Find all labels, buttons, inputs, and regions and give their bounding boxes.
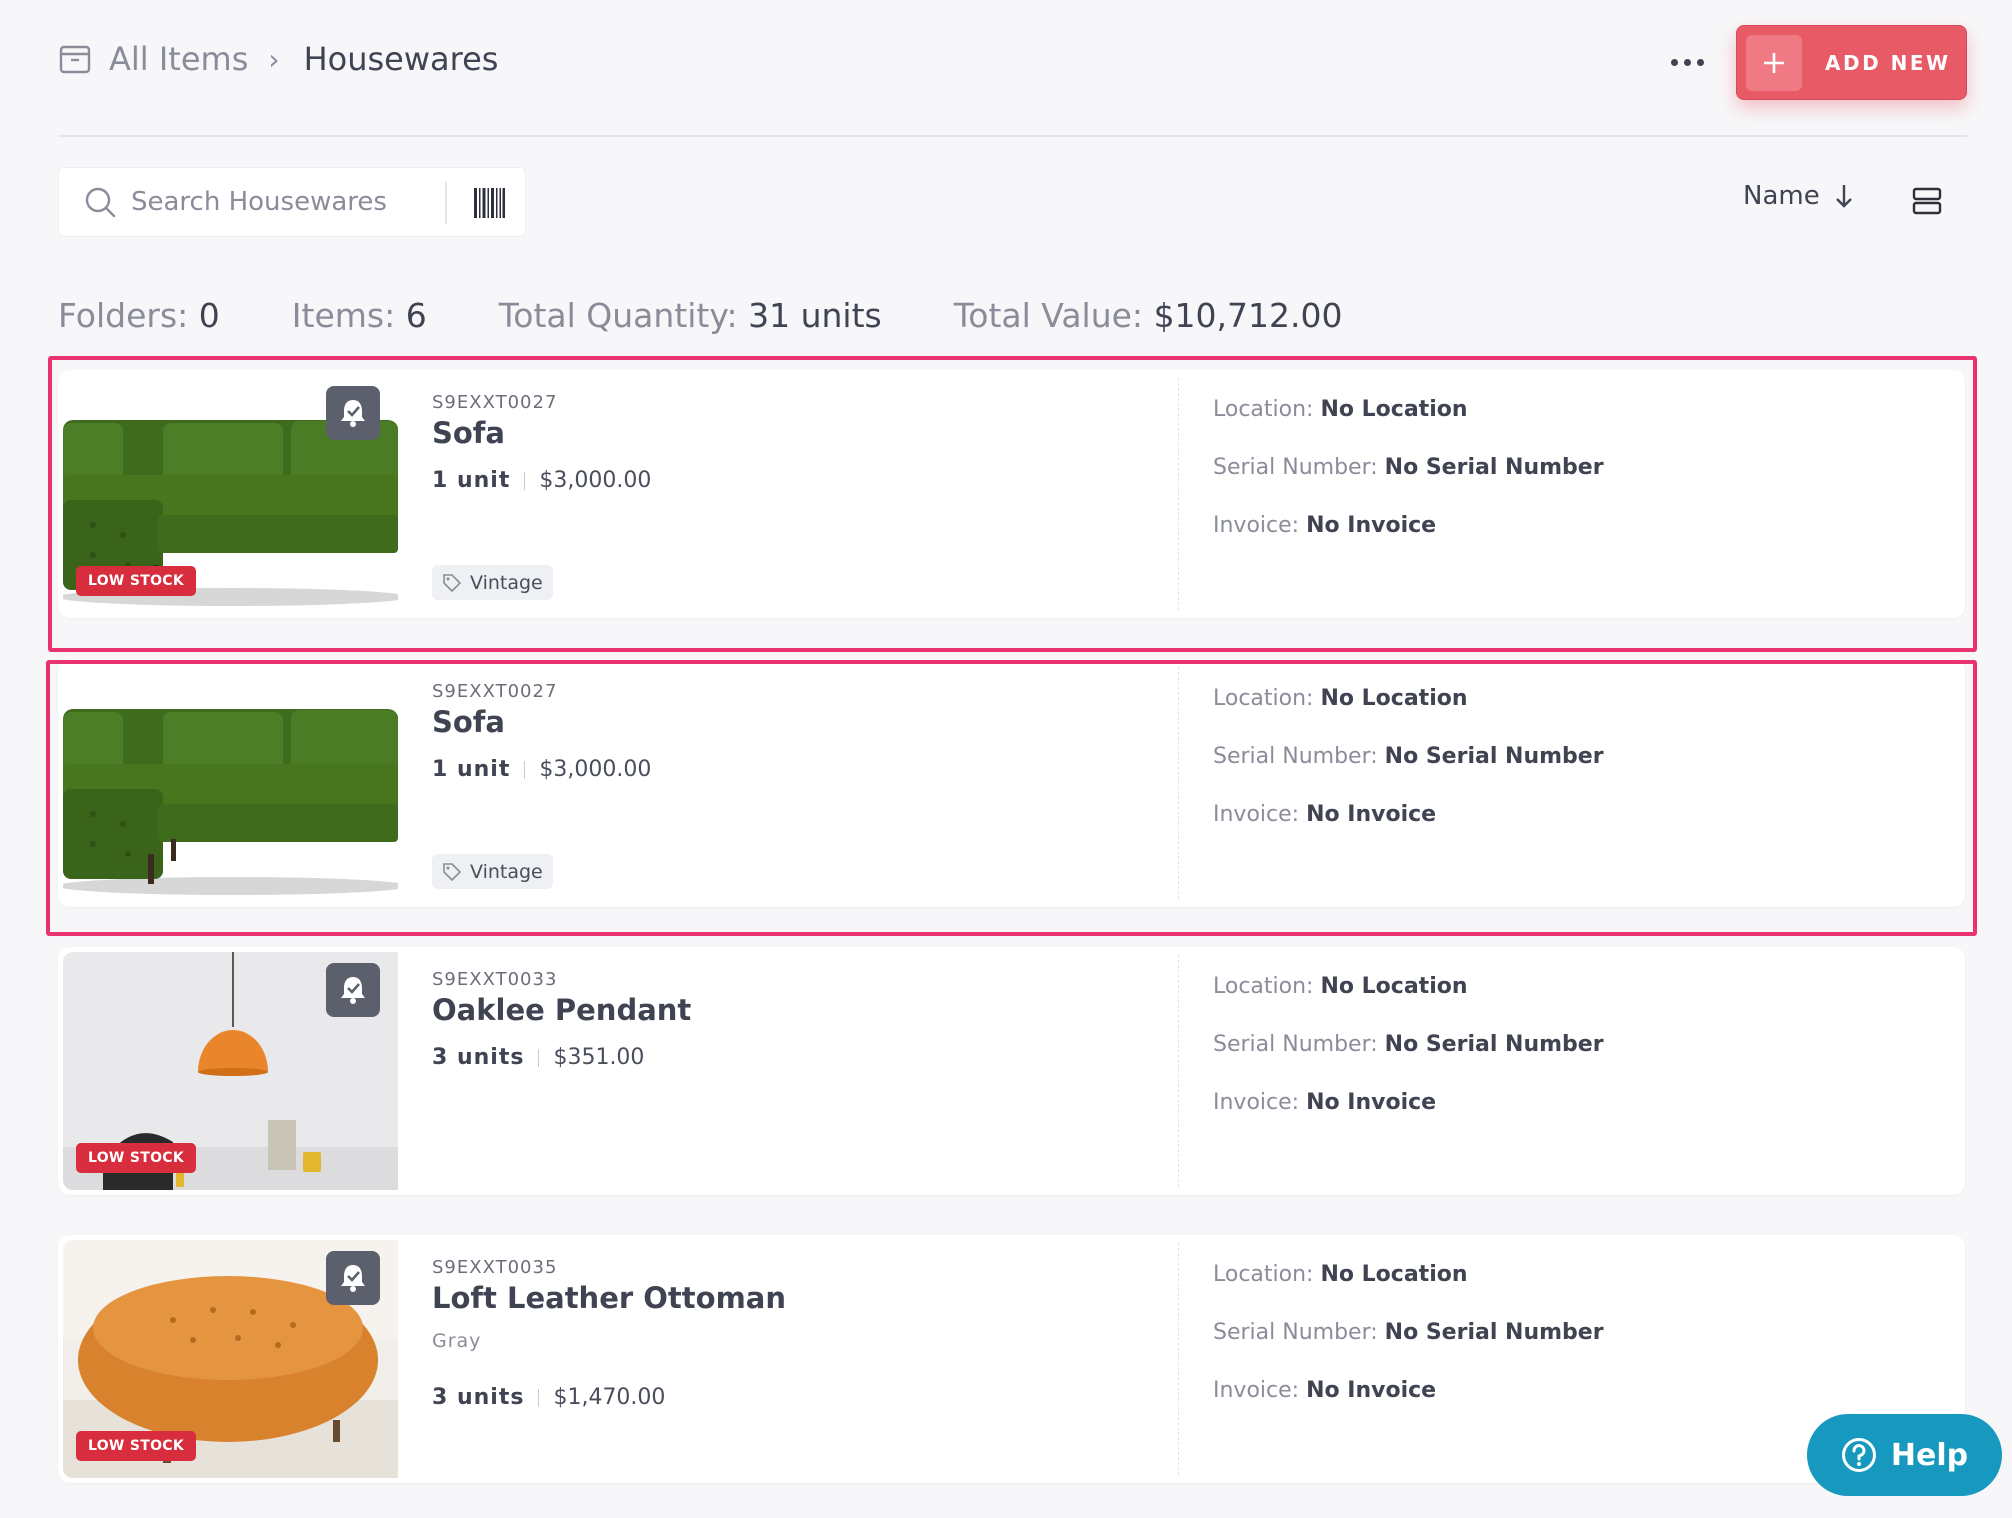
item-invoice: Invoice: No Invoice	[1213, 802, 1437, 827]
folders-count: 0	[198, 296, 220, 335]
item-price: $351.00	[553, 1045, 645, 1070]
breadcrumb-current: Housewares	[303, 40, 499, 78]
items-stat: Items: 6	[291, 296, 427, 335]
item-sku: S9EXXT0035	[432, 1257, 558, 1278]
card-divider	[1178, 955, 1179, 1187]
list-view-icon[interactable]	[1912, 186, 1942, 216]
summary-stats: Folders: 0 Items: 6 Total Quantity: 31 u…	[58, 296, 1415, 335]
low-stock-badge: LOW STOCK	[76, 566, 196, 596]
card-divider	[1178, 667, 1179, 899]
more-options-button[interactable]	[1662, 40, 1712, 84]
item-price: $3,000.00	[539, 468, 652, 493]
breadcrumb-separator: ›	[268, 42, 280, 76]
search-divider	[445, 182, 447, 224]
quantity-stat: Total Quantity: 31 units	[498, 296, 882, 335]
add-new-button[interactable]: ADD NEW	[1736, 25, 1967, 100]
item-sku: S9EXXT0027	[432, 681, 558, 702]
item-price: $1,470.00	[553, 1385, 666, 1410]
item-tag[interactable]: Vintage	[432, 854, 553, 889]
item-name[interactable]: Oaklee Pendant	[432, 993, 691, 1027]
item-location: Location: No Location	[1213, 1262, 1468, 1287]
folders-stat: Folders: 0	[58, 296, 220, 335]
item-serial: Serial Number: No Serial Number	[1213, 1320, 1604, 1345]
item-sku: S9EXXT0033	[432, 969, 558, 990]
item-units: 1 unit	[432, 757, 511, 782]
item-invoice: Invoice: No Invoice	[1213, 1090, 1437, 1115]
item-image-green-sofa	[63, 664, 398, 902]
item-units: 3 units	[432, 1045, 525, 1070]
low-stock-badge: LOW STOCK	[76, 1431, 196, 1461]
search-bar	[58, 167, 526, 237]
item-card[interactable]: LOW STOCK S9EXXT0035 Loft Leather Ottoma…	[58, 1235, 1965, 1483]
item-serial: Serial Number: No Serial Number	[1213, 1032, 1604, 1057]
item-units: 3 units	[432, 1385, 525, 1410]
item-variant: Gray	[432, 1330, 482, 1352]
item-name[interactable]: Sofa	[432, 705, 505, 739]
card-divider	[1178, 1243, 1179, 1475]
item-card[interactable]: S9EXXT0027 Sofa 1 unit $3,000.00 Vintage…	[58, 659, 1965, 907]
item-serial: Serial Number: No Serial Number	[1213, 744, 1604, 769]
card-divider	[1178, 378, 1179, 610]
value-stat: Total Value: $10,712.00	[953, 296, 1343, 335]
item-location: Location: No Location	[1213, 686, 1468, 711]
item-serial: Serial Number: No Serial Number	[1213, 455, 1604, 480]
breadcrumb: All Items › Housewares	[58, 38, 498, 80]
bell-alert-icon[interactable]	[326, 386, 380, 440]
item-location: Location: No Location	[1213, 974, 1468, 999]
item-card[interactable]: LOW STOCK S9EXXT0033 Oaklee Pendant 3 un…	[58, 947, 1965, 1195]
item-quantity-price: 1 unit $3,000.00	[432, 757, 651, 782]
item-location: Location: No Location	[1213, 397, 1468, 422]
plus-icon	[1746, 34, 1802, 91]
item-quantity-price: 1 unit $3,000.00	[432, 468, 651, 493]
items-count: 6	[405, 296, 427, 335]
barcode-scan-icon[interactable]	[473, 186, 505, 220]
question-icon	[1841, 1438, 1876, 1472]
total-quantity: 31 units	[748, 296, 882, 335]
inventory-box-icon	[59, 45, 91, 74]
tag-icon	[443, 573, 462, 592]
item-units: 1 unit	[432, 468, 511, 493]
sort-label: Name	[1743, 181, 1820, 211]
low-stock-badge: LOW STOCK	[76, 1143, 196, 1173]
sort-control[interactable]: Name	[1743, 181, 1856, 211]
item-card[interactable]: LOW STOCK S9EXXT0027 Sofa 1 unit $3,000.…	[58, 370, 1965, 618]
item-quantity-price: 3 units $351.00	[432, 1045, 644, 1070]
bell-alert-icon[interactable]	[326, 1251, 380, 1305]
item-name[interactable]: Sofa	[432, 416, 505, 450]
item-sku: S9EXXT0027	[432, 392, 558, 413]
item-tag[interactable]: Vintage	[432, 565, 553, 600]
tag-icon	[443, 862, 462, 881]
item-quantity-price: 3 units $1,470.00	[432, 1385, 665, 1410]
page-header: All Items › Housewares ADD NEW	[58, 0, 1967, 137]
search-input[interactable]	[131, 187, 431, 217]
help-label: Help	[1890, 1437, 1969, 1473]
breadcrumb-all-items[interactable]: All Items	[109, 40, 248, 78]
search-icon	[85, 187, 116, 218]
more-dots-icon	[1670, 58, 1678, 66]
add-new-label: ADD NEW	[1825, 50, 1951, 75]
item-price: $3,000.00	[539, 757, 652, 782]
help-button[interactable]: Help	[1807, 1414, 2002, 1496]
total-value: $10,712.00	[1153, 296, 1343, 335]
arrow-down-icon	[1835, 185, 1852, 208]
item-name[interactable]: Loft Leather Ottoman	[432, 1281, 786, 1315]
item-invoice: Invoice: No Invoice	[1213, 513, 1437, 538]
bell-alert-icon[interactable]	[326, 963, 380, 1017]
item-invoice: Invoice: No Invoice	[1213, 1378, 1437, 1403]
